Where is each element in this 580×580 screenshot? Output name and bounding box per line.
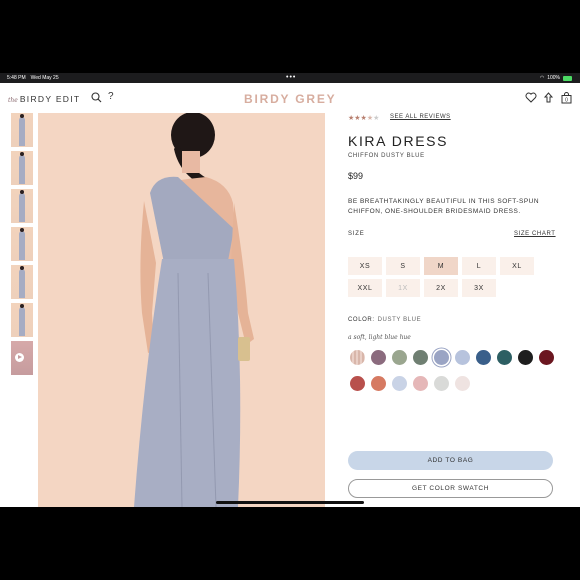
color-swatch[interactable]: [392, 376, 407, 391]
battery-percent: 100%: [547, 75, 560, 81]
product-subtitle: CHIFFON DUSTY BLUE: [348, 153, 425, 159]
site-header: the BIRDY EDIT ? BIRDY GREY 0: [0, 83, 580, 113]
status-time: 5:48 PM: [7, 75, 26, 81]
size-option[interactable]: XS: [348, 257, 382, 275]
gallery-thumbnails: [11, 113, 35, 379]
color-swatch[interactable]: [497, 350, 512, 365]
color-swatch[interactable]: [371, 350, 386, 365]
color-swatch[interactable]: [476, 350, 491, 365]
product-price: $99: [348, 171, 364, 181]
size-label: SIZE: [348, 231, 365, 237]
size-option-unavailable[interactable]: 1X: [386, 279, 420, 297]
size-option[interactable]: 2X: [424, 279, 458, 297]
add-to-bag-button[interactable]: ADD TO BAG: [348, 451, 553, 470]
color-swatch[interactable]: [455, 376, 470, 391]
product-title: KIRA DRESS: [348, 133, 449, 149]
star-empty: ★: [373, 115, 380, 122]
birdy-edit-label: BIRDY EDIT: [19, 94, 81, 104]
play-icon: [15, 353, 24, 362]
multitask-dots[interactable]: •••: [286, 74, 296, 81]
gallery-video-thumb[interactable]: [11, 341, 33, 375]
size-option[interactable]: 3X: [462, 279, 496, 297]
brand-logo[interactable]: BIRDY GREY: [244, 92, 336, 106]
stars-filled: ★★★: [348, 115, 367, 122]
size-option[interactable]: XL: [500, 257, 534, 275]
color-description: a soft, light blue hue: [348, 334, 411, 341]
size-chart-link[interactable]: SIZE CHART: [514, 231, 556, 237]
rating-stars: ★★★★★: [348, 114, 379, 122]
gallery-thumb[interactable]: [11, 303, 33, 337]
status-bar: 5:48 PM Wed May 25 ••• ◠ 100%: [0, 73, 580, 83]
account-icon[interactable]: [543, 92, 554, 106]
color-label: COLOR: DUSTY BLUE: [348, 317, 421, 323]
gallery-thumb[interactable]: [11, 113, 33, 147]
size-option[interactable]: XXL: [348, 279, 382, 297]
color-swatch[interactable]: [350, 376, 365, 391]
birdy-edit-prefix: the: [8, 97, 18, 104]
color-swatch[interactable]: [539, 350, 554, 365]
see-all-reviews-link[interactable]: SEE ALL REVIEWS: [390, 114, 451, 120]
color-swatch-selected[interactable]: [434, 350, 449, 365]
color-value: DUSTY BLUE: [377, 317, 422, 323]
color-label-text: COLOR:: [348, 317, 375, 323]
product-main-image[interactable]: [38, 113, 325, 507]
color-swatch[interactable]: [413, 376, 428, 391]
bag-icon[interactable]: 0: [561, 92, 572, 107]
heart-icon[interactable]: [525, 92, 537, 106]
home-indicator[interactable]: [216, 501, 364, 504]
help-icon[interactable]: ?: [108, 92, 114, 102]
bag-count: 0: [565, 98, 568, 104]
size-option-selected[interactable]: M: [424, 257, 458, 275]
color-swatch[interactable]: [371, 376, 386, 391]
search-icon[interactable]: [91, 92, 102, 106]
birdy-edit-link[interactable]: the BIRDY EDIT: [8, 94, 80, 104]
color-swatch[interactable]: [455, 350, 470, 365]
status-date: Wed May 25: [30, 75, 59, 81]
battery-icon: [563, 75, 572, 81]
size-option[interactable]: L: [462, 257, 496, 275]
color-swatch[interactable]: [413, 350, 428, 365]
gallery-thumb[interactable]: [11, 151, 33, 185]
gallery-thumb[interactable]: [11, 265, 33, 299]
color-swatch[interactable]: [350, 350, 365, 365]
gallery-thumb[interactable]: [11, 227, 33, 261]
color-swatch[interactable]: [518, 350, 533, 365]
gallery-thumb[interactable]: [11, 189, 33, 223]
size-option[interactable]: S: [386, 257, 420, 275]
app-screen: the BIRDY EDIT ? BIRDY GREY 0 ★★★★★ SEE …: [0, 83, 580, 507]
get-color-swatch-button[interactable]: GET COLOR SWATCH: [348, 479, 553, 498]
product-description: BE BREATHTAKINGLY BEAUTIFUL IN THIS SOFT…: [348, 198, 540, 215]
wifi-icon: ◠: [539, 75, 545, 81]
color-swatch[interactable]: [392, 350, 407, 365]
color-swatch[interactable]: [434, 376, 449, 391]
